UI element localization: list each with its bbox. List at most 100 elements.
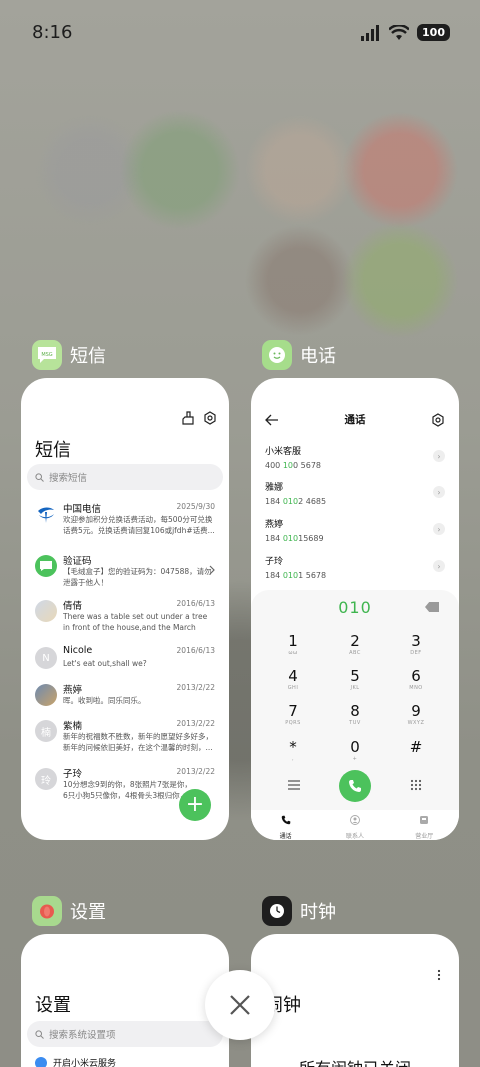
- avatar: [35, 684, 57, 706]
- tab-contacts[interactable]: 联系人: [325, 810, 385, 840]
- tab-contacts-label: 联系人: [345, 833, 364, 840]
- close-icon: [230, 995, 250, 1015]
- sms-search-placeholder: 搜索短信: [49, 473, 88, 484]
- message-sender: 倩倩: [63, 601, 83, 612]
- gear-icon[interactable]: [203, 411, 217, 425]
- dial-key[interactable]: 3 DEF: [396, 632, 436, 657]
- contact-name: 小米客服: [265, 447, 302, 457]
- phone-app-icon: [262, 340, 292, 370]
- contact-number: 184 0101 5678: [265, 571, 327, 580]
- dial-key[interactable]: 1 ωω: [273, 632, 313, 657]
- cloud-icon: [35, 1056, 47, 1067]
- phone-bottom-nav: 通话 联系人 营业厅: [251, 810, 459, 840]
- chevron-right-icon[interactable]: ›: [433, 560, 445, 572]
- contact-suggestion[interactable]: 雅娜 184 0102 4685 ›: [265, 480, 445, 512]
- dialpad: 010 1 ωω 2 ABC 3 DEF 4 GHI 5 JKL 6 MNO 7 PQRS 8…: [251, 590, 459, 840]
- sms-top-icons: [181, 411, 217, 425]
- status-icons: 100: [361, 24, 450, 41]
- contact-name: 子玲: [265, 557, 284, 567]
- message-date: 2013/2/22: [176, 683, 215, 692]
- avatar: [35, 600, 57, 622]
- app-label-settings[interactable]: 设置: [32, 896, 106, 926]
- phone-call-icon: [349, 780, 361, 792]
- china-telecom-logo: [35, 503, 57, 525]
- message-sender: 验证码: [63, 556, 92, 567]
- clock-app-icon: [262, 896, 292, 926]
- message-item[interactable]: 倩倩 2016/6/13 There was a table set out u…: [21, 598, 229, 642]
- dial-key[interactable]: 6 MNO: [396, 667, 436, 692]
- search-icon: [35, 1029, 44, 1039]
- phone-tab-icon: [281, 815, 290, 825]
- new-message-button[interactable]: +: [179, 789, 211, 821]
- settings-app-card[interactable]: 设置 搜索系统设置项 开启小米云服务: [21, 934, 229, 1067]
- dial-key[interactable]: 4 GHI: [273, 667, 313, 692]
- clock-app-name: 时钟: [300, 902, 336, 923]
- contact-name: 雅娜: [265, 483, 284, 493]
- chevron-right-icon[interactable]: ›: [433, 486, 445, 498]
- dial-key[interactable]: #: [396, 738, 436, 756]
- chevron-right-icon[interactable]: ›: [433, 523, 445, 535]
- sms-app-icon: MSG: [32, 340, 62, 370]
- phone-page-title: 通话: [344, 414, 366, 426]
- app-label-sms[interactable]: MSG 短信: [32, 340, 106, 370]
- message-preview: 欢迎参加积分兑换话费活动，每500分可兑换话费5元。兑换话费请回复106或jfd…: [63, 515, 215, 535]
- message-date: 2013/2/22: [176, 719, 215, 728]
- clock-app-card[interactable]: 闹钟 所有闹钟已关闭: [251, 934, 459, 1067]
- message-item[interactable]: 验证码 【毛绒盒子】您的验证码为：047588，请勿泄露于他人！: [21, 553, 229, 597]
- clear-all-button[interactable]: [205, 970, 275, 1040]
- message-preview: Let's eat out,shall we?: [63, 659, 147, 668]
- settings-search-input[interactable]: 搜索系统设置项: [27, 1021, 223, 1047]
- contact-number: 184 01015689: [265, 534, 324, 543]
- sms-page-title: 短信: [35, 440, 71, 461]
- contact-number: 184 0102 4685: [265, 497, 327, 506]
- message-preview: 10分想念9到的你，8张照片7张是你，6只小狗5只像你，4根骨头3根归你，2爪子…: [63, 780, 192, 803]
- gear-icon[interactable]: [431, 413, 445, 427]
- call-button[interactable]: [339, 770, 371, 802]
- more-options-icon[interactable]: [437, 969, 441, 981]
- dial-key[interactable]: 8 TUV: [335, 702, 375, 727]
- phone-header: 通话: [251, 409, 459, 431]
- message-sender: 子玲: [63, 769, 83, 780]
- settings-page-title: 设置: [35, 995, 71, 1016]
- contacts-icon: [350, 815, 360, 825]
- clean-icon[interactable]: [181, 411, 195, 425]
- sms-app-name: 短信: [70, 346, 106, 367]
- contact-suggestion[interactable]: 小米客服 400 100 5678 ›: [265, 444, 445, 476]
- dial-key[interactable]: 7 PQRS: [273, 702, 313, 727]
- signal-icon: [361, 24, 380, 41]
- keypad-grid-icon[interactable]: [410, 779, 422, 791]
- dial-key[interactable]: 0 +: [335, 738, 375, 763]
- sms-search-input[interactable]: 搜索短信: [27, 464, 223, 490]
- app-label-phone[interactable]: 电话: [262, 340, 336, 370]
- tab-calls[interactable]: 通话: [256, 810, 316, 840]
- store-icon: [420, 816, 429, 824]
- message-preview: There was a table set out under a tree i…: [63, 612, 208, 635]
- chevron-right-icon: [209, 565, 215, 575]
- dial-key[interactable]: 9 WXYZ: [396, 702, 436, 727]
- app-label-clock[interactable]: 时钟: [262, 896, 336, 926]
- message-date: 2016/6/13: [176, 599, 215, 608]
- contact-suggestion[interactable]: 子玲 184 0101 5678 ›: [265, 554, 445, 586]
- message-item[interactable]: 中国电信 2025/9/30 欢迎参加积分兑换话费活动，每500分可兑换话费5元…: [21, 501, 229, 545]
- dial-key[interactable]: *,: [273, 738, 313, 763]
- wifi-icon: [389, 24, 410, 40]
- dial-key[interactable]: 2 ABC: [335, 632, 375, 657]
- message-date: 2016/6/13: [176, 646, 215, 655]
- menu-icon[interactable]: [288, 780, 300, 790]
- chevron-right-icon[interactable]: ›: [433, 450, 445, 462]
- dial-key[interactable]: 5 JKL: [335, 667, 375, 692]
- tab-business[interactable]: 营业厅: [394, 810, 454, 840]
- tab-calls-label: 通话: [279, 833, 292, 840]
- sms-app-card[interactable]: 短信 搜索短信 中国电信 2025/9/30 欢迎参加积分兑换话费活动，每500…: [21, 378, 229, 840]
- phone-app-card[interactable]: 通话 小米客服 400 100 5678 › 雅娜 184 0102 4685 …: [251, 378, 459, 840]
- contact-suggestion[interactable]: 燕婷 184 01015689 ›: [265, 517, 445, 549]
- message-item[interactable]: 楠 紫楠 2013/2/22 新年的祝福数不胜数，新年的愿望好多好多，新年的问候…: [21, 718, 229, 762]
- settings-list-item[interactable]: 开启小米云服务: [35, 1056, 116, 1067]
- contact-number: 400 100 5678: [265, 461, 321, 470]
- message-sender: 燕婷: [63, 685, 83, 696]
- settings-app-name: 设置: [70, 902, 106, 923]
- verification-chat-icon: [35, 555, 57, 577]
- avatar: 楠: [35, 720, 57, 742]
- message-date: 2025/9/30: [176, 502, 215, 511]
- settings-item-label: 开启小米云服务: [53, 1059, 117, 1067]
